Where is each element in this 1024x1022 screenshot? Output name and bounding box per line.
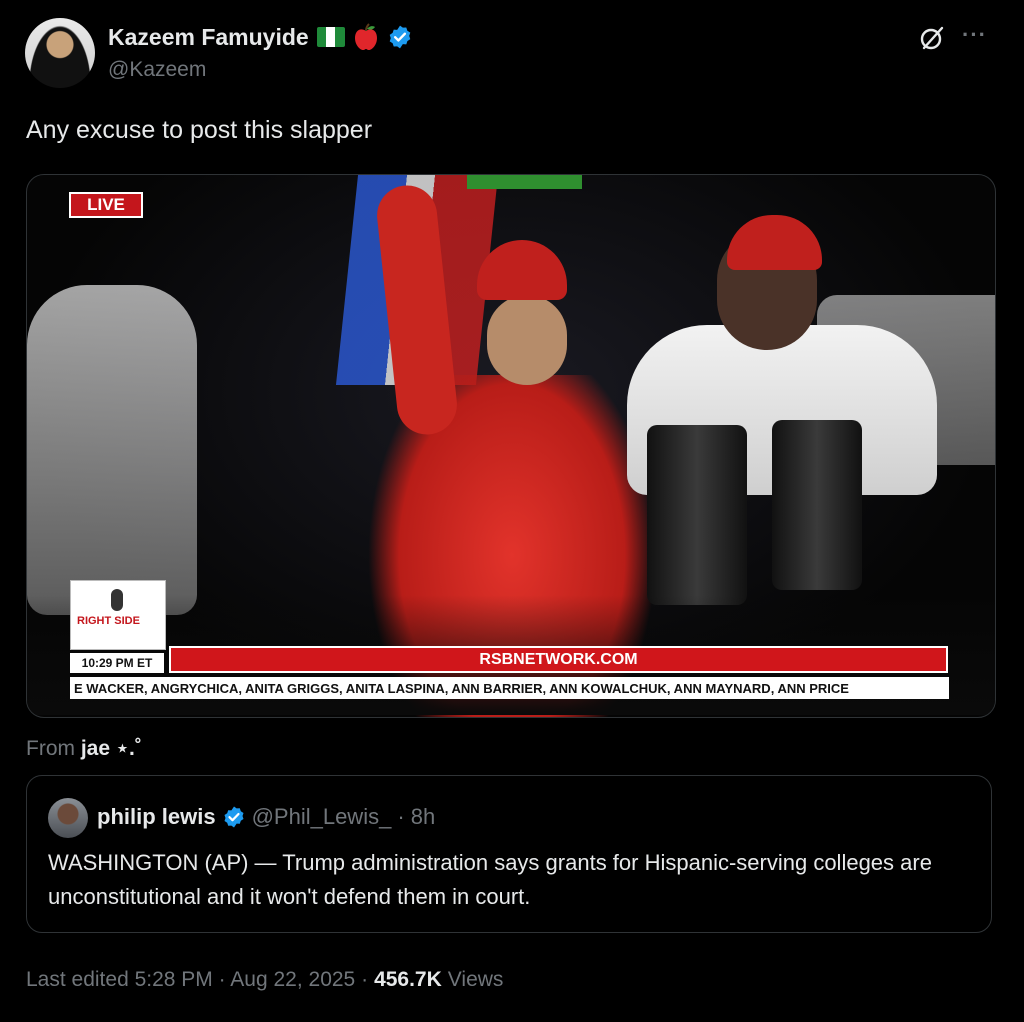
- quoted-header: philip lewis @Phil_Lewis_ · 8h: [97, 804, 435, 830]
- quoted-author-name: philip lewis: [97, 804, 216, 829]
- quoted-text: WASHINGTON (AP) — Trump administration s…: [48, 850, 932, 909]
- author-display-name[interactable]: Kazeem Famuyide: [108, 24, 309, 51]
- broadcast-logo-text: RIGHT SIDE: [77, 615, 140, 627]
- quoted-author-avatar: [48, 798, 88, 838]
- verified-badge-icon: [224, 806, 244, 828]
- media-source-name[interactable]: jae ⋆.˚: [81, 737, 142, 760]
- media-source: From jae ⋆.˚: [26, 736, 142, 761]
- scene-conga-drum: [772, 420, 862, 590]
- verified-badge-icon: [389, 25, 410, 49]
- apple-icon: [354, 23, 377, 50]
- scene-drummer-cap: [727, 215, 822, 270]
- media-source-prefix: From: [26, 737, 75, 760]
- author-handle[interactable]: @Kazeem: [108, 58, 206, 82]
- grok-icon[interactable]: [918, 24, 946, 52]
- quoted-tweet[interactable]: philip lewis @Phil_Lewis_ · 8h WASHINGTO…: [26, 775, 992, 933]
- edited-timestamp[interactable]: Last edited 5:28 PM · Aug 22, 2025 ·: [26, 968, 368, 992]
- video-player[interactable]: LIVE RIGHT SIDE 10:29 PM ET RSBNETWORK.C…: [26, 174, 996, 718]
- scene-singer-face: [487, 295, 567, 385]
- views-label: Views: [447, 968, 504, 991]
- views-count: 456.7K: [374, 968, 442, 991]
- author-name-row: Kazeem Famuyide: [108, 22, 413, 52]
- more-options-icon[interactable]: ···: [962, 22, 994, 50]
- author-avatar[interactable]: [25, 18, 95, 88]
- nigeria-flag-icon: [316, 27, 345, 47]
- scene-green-banner: [467, 175, 582, 189]
- scene-conga-drum: [647, 425, 747, 605]
- tweet-meta: Last edited 5:28 PM · Aug 22, 2025 · 456…: [26, 968, 503, 992]
- broadcast-time: 10:29 PM ET: [70, 653, 164, 673]
- scene-singer-cap: [477, 240, 567, 300]
- live-badge: LIVE: [69, 192, 143, 218]
- tweet-text: Any excuse to post this slapper: [26, 116, 373, 144]
- broadcast-ticker: E WACKER, ANGRYCHICA, ANITA GRIGGS, ANIT…: [70, 677, 949, 699]
- broadcast-logo: RIGHT SIDE: [70, 580, 166, 650]
- quoted-author-handle: @Phil_Lewis_: [251, 804, 392, 829]
- quoted-timestamp: · 8h: [397, 804, 436, 829]
- scene-musician-left: [27, 285, 197, 615]
- microphone-icon: [111, 589, 123, 611]
- broadcast-site-bar: RSBNETWORK.COM: [169, 646, 948, 673]
